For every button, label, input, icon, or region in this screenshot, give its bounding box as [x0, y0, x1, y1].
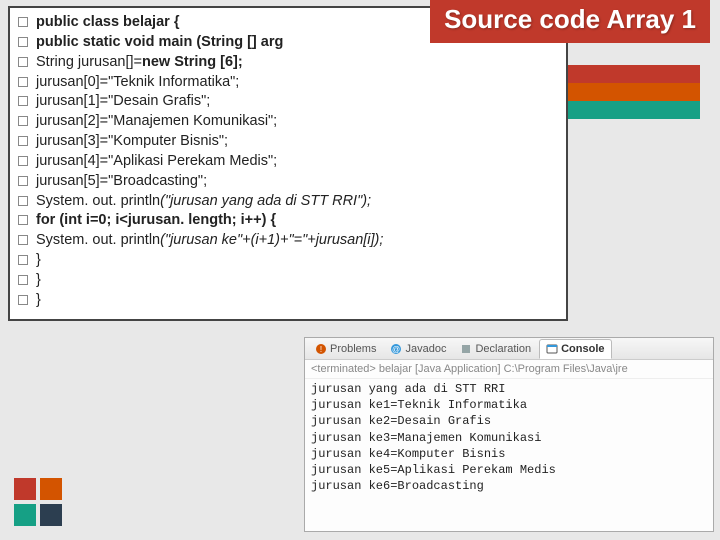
- code-line: System. out. println("jurusan ke"+(i+1)+…: [18, 231, 558, 250]
- code-line: String jurusan[]=new String [6];: [18, 53, 558, 72]
- tab-label: Console: [561, 343, 604, 355]
- code-text: System. out. println("jurusan yang ada d…: [36, 192, 371, 211]
- bullet-icon: [18, 196, 28, 206]
- code-line: jurusan[1]="Desain Grafis";: [18, 92, 558, 111]
- console-line: jurusan ke2=Desain Grafis: [311, 413, 707, 429]
- tab-label: Declaration: [475, 343, 531, 355]
- bullet-icon: [18, 136, 28, 146]
- console-icon: [546, 343, 558, 355]
- code-text: jurusan[5]="Broadcasting";: [36, 172, 207, 191]
- code-line: }: [18, 271, 558, 290]
- code-block: public class belajar {public static void…: [8, 6, 568, 321]
- bullet-icon: [18, 215, 28, 225]
- console-line: jurusan ke1=Teknik Informatika: [311, 397, 707, 413]
- bullet-icon: [18, 116, 28, 126]
- console-line: jurusan yang ada di STT RRI: [311, 381, 707, 397]
- code-line: }: [18, 291, 558, 310]
- console-tabs: ! Problems @ Javadoc Declaration Console: [305, 338, 713, 360]
- declaration-icon: [460, 343, 472, 355]
- code-text: }: [36, 291, 41, 310]
- code-text: for (int i=0; i<jurusan. length; i++) {: [36, 211, 276, 230]
- bullet-icon: [18, 235, 28, 245]
- console-line: jurusan ke4=Komputer Bisnis: [311, 446, 707, 462]
- bullet-icon: [18, 17, 28, 27]
- console-header: <terminated> belajar [Java Application] …: [305, 360, 713, 379]
- bullet-icon: [18, 77, 28, 87]
- bullet-icon: [18, 57, 28, 67]
- bullet-icon: [18, 176, 28, 186]
- bullet-icon: [18, 275, 28, 285]
- tab-declaration[interactable]: Declaration: [454, 339, 537, 359]
- code-line: jurusan[3]="Komputer Bisnis";: [18, 132, 558, 151]
- bullet-icon: [18, 156, 28, 166]
- code-text: public class belajar {: [36, 13, 179, 32]
- console-panel: ! Problems @ Javadoc Declaration Console…: [304, 337, 714, 532]
- logo-squares: [14, 478, 62, 526]
- bullet-icon: [18, 37, 28, 47]
- tab-problems[interactable]: ! Problems: [309, 339, 382, 359]
- problems-icon: !: [315, 343, 327, 355]
- code-line: }: [18, 251, 558, 270]
- code-text: jurusan[1]="Desain Grafis";: [36, 92, 210, 111]
- javadoc-icon: @: [390, 343, 402, 355]
- console-output: jurusan yang ada di STT RRIjurusan ke1=T…: [305, 379, 713, 496]
- code-text: }: [36, 251, 41, 270]
- bullet-icon: [18, 96, 28, 106]
- tab-label: Javadoc: [405, 343, 446, 355]
- code-line: System. out. println("jurusan yang ada d…: [18, 192, 558, 211]
- code-text: jurusan[3]="Komputer Bisnis";: [36, 132, 228, 151]
- code-text: public static void main (String [] arg: [36, 33, 283, 52]
- tab-javadoc[interactable]: @ Javadoc: [384, 339, 452, 359]
- code-text: }: [36, 271, 41, 290]
- slide-title: Source code Array 1: [430, 0, 710, 43]
- code-line: for (int i=0; i<jurusan. length; i++) {: [18, 211, 558, 230]
- code-line: jurusan[0]="Teknik Informatika";: [18, 73, 558, 92]
- bullet-icon: [18, 295, 28, 305]
- console-line: jurusan ke6=Broadcasting: [311, 478, 707, 494]
- svg-text:!: !: [320, 345, 322, 354]
- code-text: String jurusan[]=new String [6];: [36, 53, 243, 72]
- tab-console[interactable]: Console: [539, 339, 611, 359]
- code-line: jurusan[5]="Broadcasting";: [18, 172, 558, 191]
- code-text: jurusan[0]="Teknik Informatika";: [36, 73, 239, 92]
- code-text: jurusan[2]="Manajemen Komunikasi";: [36, 112, 277, 131]
- svg-text:@: @: [392, 345, 400, 354]
- bullet-icon: [18, 255, 28, 265]
- console-line: jurusan ke5=Aplikasi Perekam Medis: [311, 462, 707, 478]
- code-line: jurusan[2]="Manajemen Komunikasi";: [18, 112, 558, 131]
- console-line: jurusan ke3=Manajemen Komunikasi: [311, 430, 707, 446]
- code-text: System. out. println("jurusan ke"+(i+1)+…: [36, 231, 383, 250]
- code-text: jurusan[4]="Aplikasi Perekam Medis";: [36, 152, 277, 171]
- code-line: jurusan[4]="Aplikasi Perekam Medis";: [18, 152, 558, 171]
- tab-label: Problems: [330, 343, 376, 355]
